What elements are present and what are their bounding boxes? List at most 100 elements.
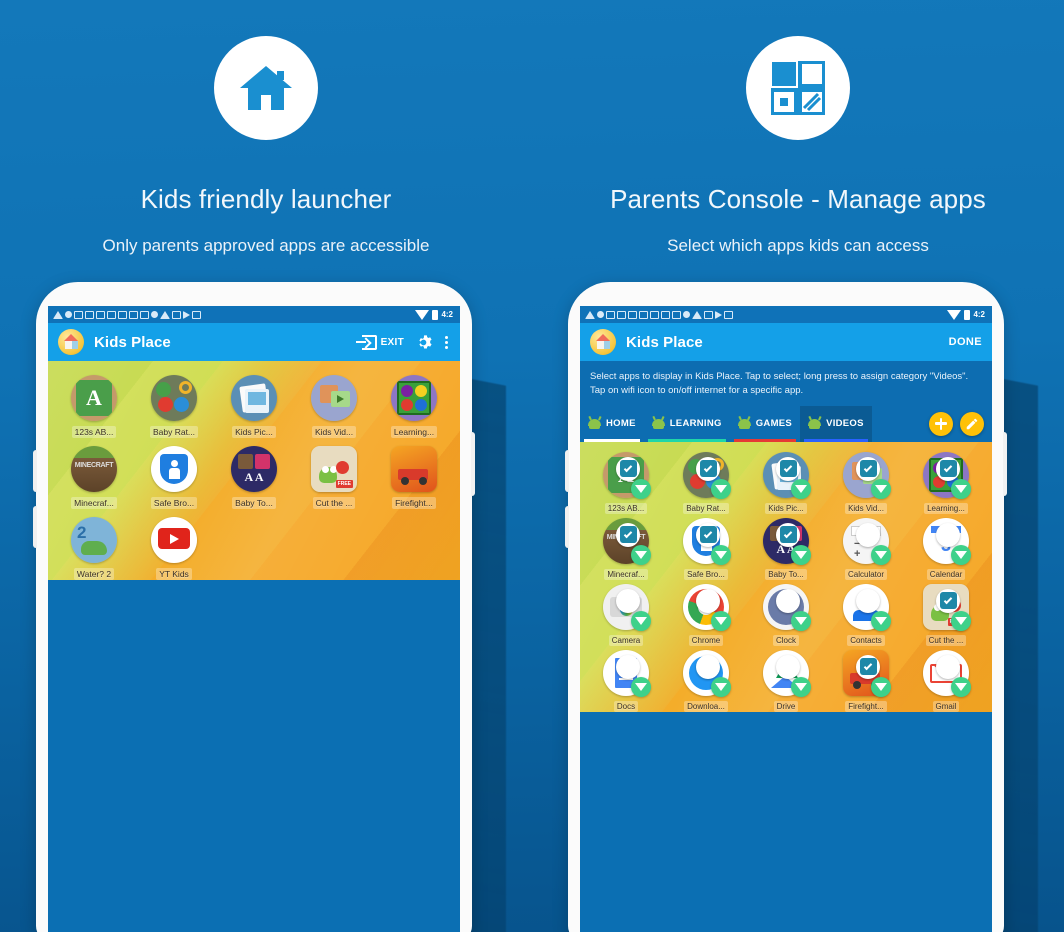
app-grid-item[interactable]: A 123s AB... [54, 375, 134, 438]
app-wifi-toggle-icon[interactable] [951, 610, 971, 631]
app-grid-item[interactable]: Kids Vid... [826, 451, 906, 514]
app-selected-checkbox[interactable] [856, 588, 880, 613]
app-icon-holder[interactable] [923, 649, 971, 697]
app-icon[interactable] [391, 375, 437, 421]
app-selected-checkbox[interactable] [616, 456, 640, 481]
app-selected-checkbox[interactable] [696, 588, 720, 613]
app-selected-checkbox[interactable] [936, 654, 960, 679]
app-icon-holder[interactable]: MINECRAFT [603, 517, 651, 565]
volume-down-button[interactable] [565, 506, 569, 548]
app-wifi-toggle-icon[interactable] [631, 544, 651, 565]
app-icon-holder[interactable] [603, 649, 651, 697]
app-grid-item[interactable]: A 123s AB... [586, 451, 666, 514]
app-icon-holder[interactable]: A A [231, 446, 277, 492]
app-grid-item[interactable]: FREE Cut the ... [294, 446, 374, 509]
app-grid-item[interactable]: Firefight... [826, 649, 906, 712]
app-wifi-toggle-icon[interactable] [711, 544, 731, 565]
app-grid-item[interactable]: Safe Bro... [666, 517, 746, 580]
app-grid-item[interactable]: Safe Bro... [134, 446, 214, 509]
overflow-menu-icon[interactable] [443, 334, 450, 351]
app-icon-holder[interactable] [843, 649, 891, 697]
app-selected-checkbox[interactable] [616, 588, 640, 613]
app-selected-checkbox[interactable] [616, 522, 640, 547]
app-icon-holder[interactable]: MINECRAFT [71, 446, 117, 492]
app-wifi-toggle-icon[interactable] [791, 610, 811, 631]
app-wifi-toggle-icon[interactable] [631, 676, 651, 697]
app-grid-item[interactable]: FREE Cut the ... [906, 583, 986, 646]
app-grid-item[interactable]: Learning... [374, 375, 454, 438]
app-grid-item[interactable]: Baby Rat... [134, 375, 214, 438]
app-icon-holder[interactable]: A A [763, 517, 811, 565]
app-icon-holder[interactable] [763, 583, 811, 631]
app-grid-item[interactable]: A A Baby To... [214, 446, 294, 509]
app-icon-holder[interactable] [391, 375, 437, 421]
app-icon-holder[interactable] [683, 517, 731, 565]
app-icon-holder[interactable] [923, 451, 971, 499]
app-icon-holder[interactable]: 3 [923, 517, 971, 565]
app-grid-item[interactable]: Baby Rat... [666, 451, 746, 514]
app-icon-holder[interactable] [683, 583, 731, 631]
app-icon-holder[interactable]: 2 [71, 517, 117, 563]
app-selected-checkbox[interactable] [856, 456, 880, 481]
app-wifi-toggle-icon[interactable] [951, 676, 971, 697]
app-grid-item[interactable]: Docs [586, 649, 666, 712]
app-icon-holder[interactable]: FREE [311, 446, 357, 492]
app-grid-item[interactable]: Gmail [906, 649, 986, 712]
app-icon[interactable]: A [71, 375, 117, 421]
volume-up-button[interactable] [565, 450, 569, 492]
app-grid-item[interactable]: Kids Pic... [214, 375, 294, 438]
app-icon-holder[interactable] [843, 451, 891, 499]
app-selected-checkbox[interactable] [856, 654, 880, 679]
app-icon-holder[interactable] [151, 375, 197, 421]
app-grid-item[interactable]: MINECRAFT Minecraf... [586, 517, 666, 580]
tab-videos[interactable]: VIDEOS [800, 405, 872, 442]
app-icon[interactable]: A A [231, 446, 277, 492]
app-grid-item[interactable]: Kids Pic... [746, 451, 826, 514]
app-wifi-toggle-icon[interactable] [871, 676, 891, 697]
app-icon-holder[interactable] [603, 583, 651, 631]
app-wifi-toggle-icon[interactable] [711, 478, 731, 499]
app-selected-checkbox[interactable] [936, 588, 960, 613]
app-icon[interactable] [391, 446, 437, 492]
app-icon[interactable] [151, 375, 197, 421]
app-selected-checkbox[interactable] [936, 456, 960, 481]
app-icon-holder[interactable] [683, 451, 731, 499]
app-icon-holder[interactable] [391, 446, 437, 492]
app-wifi-toggle-icon[interactable] [951, 544, 971, 565]
app-grid-item[interactable]: A A Baby To... [746, 517, 826, 580]
app-icon-holder[interactable] [311, 375, 357, 421]
app-icon[interactable]: MINECRAFT [71, 446, 117, 492]
app-grid-item[interactable]: Kids Vid... [294, 375, 374, 438]
app-grid-item[interactable]: 3 Calendar [906, 517, 986, 580]
gear-icon[interactable] [415, 334, 432, 351]
edit-apps-button[interactable] [960, 411, 984, 436]
app-wifi-toggle-icon[interactable] [711, 676, 731, 697]
app-grid-item[interactable]: Contacts [826, 583, 906, 646]
app-wifi-toggle-icon[interactable] [631, 478, 651, 499]
app-grid-item[interactable]: Clock [746, 583, 826, 646]
app-grid-item[interactable]: Firefight... [374, 446, 454, 509]
app-wifi-toggle-icon[interactable] [791, 676, 811, 697]
app-grid-item[interactable]: 2 Water? 2 [54, 517, 134, 580]
app-icon-holder[interactable] [843, 583, 891, 631]
app-icon-holder[interactable]: − + [843, 517, 891, 565]
app-selected-checkbox[interactable] [856, 522, 880, 547]
app-selected-checkbox[interactable] [696, 456, 720, 481]
app-icon-holder[interactable] [151, 446, 197, 492]
app-icon[interactable] [231, 375, 277, 421]
app-icon-holder[interactable]: FREE [923, 583, 971, 631]
app-wifi-toggle-icon[interactable] [871, 610, 891, 631]
done-button[interactable]: DONE [949, 336, 982, 348]
app-wifi-toggle-icon[interactable] [711, 610, 731, 631]
add-app-button[interactable] [929, 411, 953, 436]
app-icon-holder[interactable] [763, 649, 811, 697]
tab-learning[interactable]: LEARNING [644, 406, 730, 442]
app-wifi-toggle-icon[interactable] [631, 610, 651, 631]
app-wifi-toggle-icon[interactable] [951, 478, 971, 499]
exit-button[interactable]: EXIT [355, 334, 404, 350]
app-icon[interactable] [311, 375, 357, 421]
app-selected-checkbox[interactable] [696, 522, 720, 547]
app-icon-holder[interactable] [763, 451, 811, 499]
app-selected-checkbox[interactable] [776, 588, 800, 613]
app-selected-checkbox[interactable] [776, 654, 800, 679]
